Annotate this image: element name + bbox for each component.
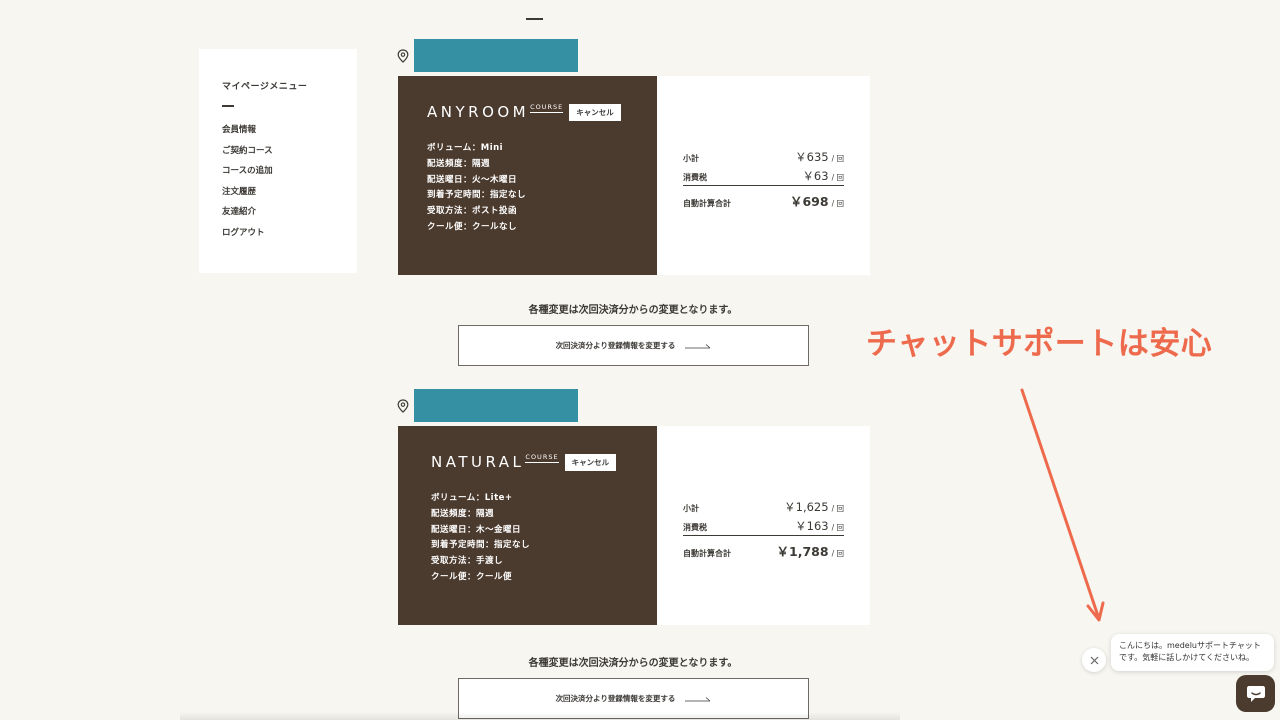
sidebar-item-order-history[interactable]: 注文履歴 [222, 185, 357, 206]
chat-icon [1246, 685, 1265, 702]
sidebar-item-member-info[interactable]: 会員情報 [222, 123, 357, 144]
price-divider [683, 535, 844, 536]
chat-greeting-line: です。気軽に話しかけてくださいね。 [1119, 653, 1254, 662]
subtotal-label: 小計 [683, 504, 699, 513]
arrow-right-icon [685, 696, 711, 701]
total-row: 自動計算合計 ￥698/ 回 [683, 191, 844, 210]
cancel-button[interactable]: キャンセル [569, 104, 621, 121]
course-spec-list: ボリューム：Mini 配送頻度：隔週 配送曜日：火〜木曜日 到着予定時間：指定な… [427, 141, 657, 236]
course-details-panel: ANYROOM COURSE キャンセル ボリューム：Mini 配送頻度：隔週 … [398, 76, 657, 275]
spec-frequency: 配送頻度：隔週 [431, 508, 495, 519]
tax-label: 消費税 [683, 523, 707, 532]
bottom-shadow [180, 712, 900, 720]
sidebar-title: マイページメニュー [222, 82, 308, 92]
course-card: NATURAL COURSE キャンセル ボリューム：Lite+ 配送頻度：隔週… [396, 426, 870, 625]
price-panel: 小計 ￥635/ 回 消費税 ￥63/ 回 自動計算合計 ￥698/ 回 [657, 76, 870, 275]
tax-value: ￥63 [802, 169, 829, 183]
sidebar-item-add-course[interactable]: コースの追加 [222, 164, 357, 185]
spec-arrival-time: 到着予定時間：指定なし [427, 190, 527, 201]
total-row: 自動計算合計 ￥1,788/ 回 [683, 541, 844, 560]
spec-frequency: 配送頻度：隔週 [427, 158, 491, 169]
price-unit: / 回 [831, 199, 844, 208]
location-pin-icon [397, 49, 409, 63]
price-unit: / 回 [831, 523, 844, 532]
spec-delivery-day: 配送曜日：火〜木曜日 [427, 174, 518, 185]
address-label-bar [414, 389, 578, 422]
spec-receive-method: 受取方法：手渡し [431, 556, 504, 567]
course-card: ANYROOM COURSE キャンセル ボリューム：Mini 配送頻度：隔週 … [396, 76, 870, 275]
tax-value: ￥163 [795, 519, 829, 533]
change-button-label: 次回決済分より登録情報を変更する [555, 694, 676, 703]
address-label-bar [414, 39, 578, 72]
sidebar-item-logout[interactable]: ログアウト [222, 226, 357, 247]
close-icon [1090, 656, 1098, 664]
spec-cool-delivery: クール便：クールなし [427, 221, 518, 232]
tax-row: 消費税 ￥163/ 回 [683, 515, 844, 534]
delivery-location-row [396, 39, 870, 73]
price-unit: / 回 [831, 154, 844, 163]
course-name: ANYROOM [427, 103, 530, 121]
change-button-label: 次回決済分より登録情報を変更する [555, 341, 676, 350]
chat-close-button[interactable] [1082, 648, 1106, 672]
price-unit: / 回 [831, 173, 844, 182]
price-divider [683, 185, 844, 186]
price-unit: / 回 [831, 549, 844, 558]
subtotal-value: ￥1,625 [784, 500, 829, 514]
course-block-natural: NATURAL COURSE キャンセル ボリューム：Lite+ 配送頻度：隔週… [396, 389, 870, 625]
total-value: ￥1,788 [776, 544, 829, 559]
total-value: ￥698 [789, 194, 829, 209]
sidebar-item-refer-friend[interactable]: 友達紹介 [222, 205, 357, 226]
arrow-right-icon [685, 343, 711, 348]
course-tag: COURSE [525, 453, 559, 463]
price-unit: / 回 [831, 504, 844, 513]
tax-row: 消費税 ￥63/ 回 [683, 165, 844, 184]
annotation-text: チャットサポートは安心 [866, 326, 1213, 362]
subtotal-value: ￥635 [795, 150, 829, 164]
subtotal-row: 小計 ￥635/ 回 [683, 146, 844, 165]
course-name: NATURAL [431, 453, 525, 471]
cancel-button[interactable]: キャンセル [564, 454, 617, 471]
course-tag: COURSE [530, 103, 564, 113]
course-spec-list: ボリューム：Lite+ 配送頻度：隔週 配送曜日：木〜金曜日 到着予定時間：指定… [431, 491, 657, 586]
spec-receive-method: 受取方法：ポスト投函 [427, 206, 518, 217]
total-label: 自動計算合計 [683, 549, 731, 558]
annotation-arrow-icon [1020, 388, 1105, 622]
chat-launcher-button[interactable] [1236, 675, 1275, 712]
change-notice: 各種変更は次回決済分からの変更となります。 [528, 305, 738, 316]
subtotal-row: 小計 ￥1,625/ 回 [683, 496, 844, 515]
spec-delivery-day: 配送曜日：木〜金曜日 [431, 524, 522, 535]
chat-greeting-bubble[interactable]: こんにちは。medeluサポートチャット です。気軽に話しかけてくださいね。 [1111, 634, 1274, 671]
course-details-panel: NATURAL COURSE キャンセル ボリューム：Lite+ 配送頻度：隔週… [398, 426, 657, 625]
total-label: 自動計算合計 [683, 199, 731, 208]
spec-arrival-time: 到着予定時間：指定なし [431, 540, 531, 551]
tax-label: 消費税 [683, 173, 707, 182]
sidebar-item-contract-course[interactable]: ご契約コース [222, 144, 357, 165]
spec-volume: ボリューム：Mini [427, 143, 504, 153]
course-block-anyroom: ANYROOM COURSE キャンセル ボリューム：Mini 配送頻度：隔週 … [396, 39, 870, 275]
top-divider [526, 18, 543, 20]
delivery-location-row [396, 389, 870, 423]
sidebar-divider [222, 105, 234, 107]
change-registration-button[interactable]: 次回決済分より登録情報を変更する [458, 325, 809, 366]
location-pin-icon [397, 399, 409, 413]
chat-greeting-line: こんにちは。medeluサポートチャット [1119, 641, 1261, 650]
change-notice: 各種変更は次回決済分からの変更となります。 [528, 658, 738, 669]
subtotal-label: 小計 [683, 154, 699, 163]
spec-volume: ボリューム：Lite+ [431, 493, 513, 503]
spec-cool-delivery: クール便：クール便 [431, 571, 513, 582]
mypage-sidebar: マイページメニュー 会員情報 ご契約コース コースの追加 注文履歴 友達紹介 ロ… [199, 49, 357, 273]
price-panel: 小計 ￥1,625/ 回 消費税 ￥163/ 回 自動計算合計 ￥1,788/ … [657, 426, 870, 625]
